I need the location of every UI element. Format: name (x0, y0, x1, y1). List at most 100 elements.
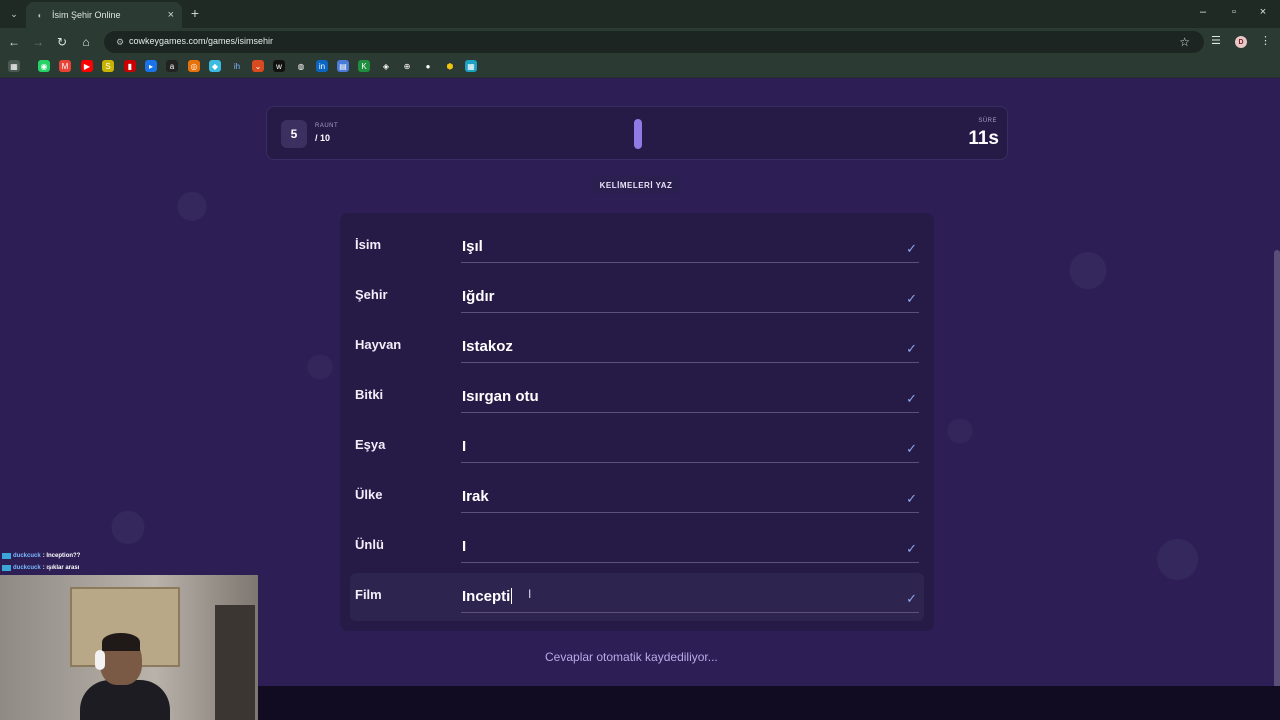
address-bar[interactable]: ⚙ cowkeygames.com/games/isimsehir ☆ (104, 31, 1204, 53)
bookmark-grid-icon[interactable]: ▦ (465, 60, 477, 72)
bookmark-blue-icon[interactable]: ▸ (145, 60, 157, 72)
answer-value: Iğdır (462, 288, 495, 305)
answer-input-unlu[interactable]: I ✓ (461, 531, 919, 563)
section-title: KELİMELERİ YAZ (591, 176, 681, 194)
time-remaining: 11s (968, 128, 999, 149)
bookmark-chevron-icon[interactable]: ⌄ (252, 60, 264, 72)
new-tab-icon[interactable]: + (188, 5, 202, 21)
bookmarks-bar: ▦ ◉ M ▶ S ▮ ▸ a ◎ ◆ ih ⌄ w ◍ in ▤ K ◈ ⊕ … (0, 56, 1280, 78)
chat-username: duckcuck (13, 553, 41, 559)
forward-icon[interactable]: → (30, 34, 46, 50)
maximize-icon[interactable]: ▫ (1227, 6, 1241, 18)
profile-avatar[interactable]: D (1235, 36, 1247, 48)
bookmark-diamond-icon[interactable]: ◆ (209, 60, 221, 72)
text-cursor-icon: I (528, 587, 532, 601)
headset-icon (95, 650, 105, 670)
home-icon[interactable]: ⌂ (78, 34, 94, 50)
check-icon: ✓ (906, 441, 917, 456)
address-url: cowkeygames.com/games/isimsehir (129, 36, 274, 46)
site-info-icon[interactable]: ⚙ (114, 36, 126, 48)
check-icon: ✓ (906, 241, 917, 256)
bookmark-ih-icon[interactable]: ih (231, 60, 243, 72)
bookmark-w-icon[interactable]: w (273, 60, 285, 72)
tab-title: İsim Şehir Online (52, 10, 121, 20)
answer-row-esya: Eşya I ✓ (350, 423, 924, 471)
webcam-overlay (0, 575, 258, 720)
page-scrollbar[interactable] (1274, 250, 1280, 720)
answer-row-film: Film Incepti ✓ (350, 573, 924, 621)
answer-value: Irak (462, 488, 489, 505)
minimize-icon[interactable]: – (1196, 6, 1210, 18)
answer-value: Isırgan otu (462, 388, 539, 405)
bookmark-orange-icon[interactable]: ◎ (188, 60, 200, 72)
answer-input-isim[interactable]: Işıl ✓ (461, 231, 919, 263)
answer-input-ulke[interactable]: Irak ✓ (461, 481, 919, 513)
menu-icon[interactable]: ⋮ (1260, 34, 1271, 47)
back-icon[interactable]: ← (6, 34, 22, 50)
round-status-bar: 5 RAUNT / 10 SÜRE 11s (266, 106, 1008, 160)
chat-badge-icon (2, 553, 11, 559)
browser-toolbar: ← → ↻ ⌂ ⚙ cowkeygames.com/games/isimsehi… (0, 28, 1280, 56)
answer-input-sehir[interactable]: Iğdır ✓ (461, 281, 919, 313)
bookmark-yellow-icon[interactable]: ⬢ (444, 60, 456, 72)
time-label: SÜRE (978, 118, 997, 124)
tab-list-icon[interactable]: ⌄ (6, 6, 22, 22)
answer-value: I (462, 438, 467, 455)
chat-text: : Inception?? (42, 553, 81, 559)
autosave-status: Cevaplar otomatik kaydediliyor... (545, 650, 718, 664)
bookmark-circle-icon[interactable]: ◍ (295, 60, 307, 72)
close-tab-icon[interactable]: × (168, 9, 174, 21)
bookmark-k-icon[interactable]: K (358, 60, 370, 72)
bookmark-red-icon[interactable]: ▮ (124, 60, 136, 72)
bookmark-s-icon[interactable]: S (102, 60, 114, 72)
site-favicon-icon: ◐ (37, 10, 43, 20)
close-window-icon[interactable]: × (1256, 6, 1270, 18)
answer-row-ulke: Ülke Irak ✓ (350, 473, 924, 521)
answer-input-esya[interactable]: I ✓ (461, 431, 919, 463)
check-icon: ✓ (906, 291, 917, 306)
answer-row-isim: İsim Işıl ✓ (350, 223, 924, 271)
answer-value: I (462, 538, 467, 555)
browser-tabstrip: ⌄ ◐ İsim Şehir Online × + – ▫ × (0, 0, 1280, 28)
answer-label: Ünlü (355, 537, 384, 552)
answer-input-bitki[interactable]: Isırgan otu ✓ (461, 381, 919, 413)
chat-badge-icon (2, 565, 11, 571)
answer-label: Hayvan (355, 337, 402, 352)
answer-value: Istakoz (462, 338, 513, 355)
time-progress-indicator (634, 119, 642, 149)
reload-icon[interactable]: ↻ (54, 34, 70, 50)
answers-form: İsim Işıl ✓ Şehir Iğdır ✓ Hayvan Istakoz… (340, 213, 934, 631)
answer-label: Film (355, 587, 382, 602)
chat-message: duckcuck : Inception?? (2, 550, 260, 562)
bookmark-globe-icon[interactable]: ⊕ (401, 60, 413, 72)
bookmark-gem-icon[interactable]: ◈ (380, 60, 392, 72)
answer-input-hayvan[interactable]: Istakoz ✓ (461, 331, 919, 363)
chat-username: duckcuck (13, 565, 41, 571)
answer-row-bitki: Bitki Isırgan otu ✓ (350, 373, 924, 421)
github-icon[interactable]: ● (422, 60, 434, 72)
linkedin-icon[interactable]: in (316, 60, 328, 72)
gmail-icon[interactable]: M (59, 60, 71, 72)
round-label: RAUNT (315, 123, 339, 129)
whatsapp-icon[interactable]: ◉ (38, 60, 50, 72)
bookmark-doc-icon[interactable]: ▤ (337, 60, 349, 72)
chat-text: : ışıklar arası (42, 565, 80, 571)
bookmark-a-icon[interactable]: a (166, 60, 178, 72)
round-total: / 10 (315, 133, 331, 143)
answer-label: Şehir (355, 287, 388, 302)
answer-label: İsim (355, 237, 382, 252)
chat-message: duckcuck : ışıklar arası (2, 562, 260, 574)
browser-tab[interactable]: ◐ İsim Şehir Online × (26, 2, 182, 28)
bookmark-star-icon[interactable]: ☆ (1179, 35, 1190, 49)
streamer-body (80, 680, 170, 720)
apps-icon[interactable]: ▦ (8, 60, 20, 72)
answer-row-sehir: Şehir Iğdır ✓ (350, 273, 924, 321)
answer-label: Bitki (355, 387, 384, 402)
answer-value: Incepti (462, 588, 513, 605)
streamer-hair (102, 633, 140, 651)
check-icon: ✓ (906, 341, 917, 356)
doorway (215, 605, 255, 720)
youtube-icon[interactable]: ▶ (81, 60, 93, 72)
answer-row-unlu: Ünlü I ✓ (350, 523, 924, 571)
media-control-icon[interactable]: ☰ (1211, 34, 1221, 47)
